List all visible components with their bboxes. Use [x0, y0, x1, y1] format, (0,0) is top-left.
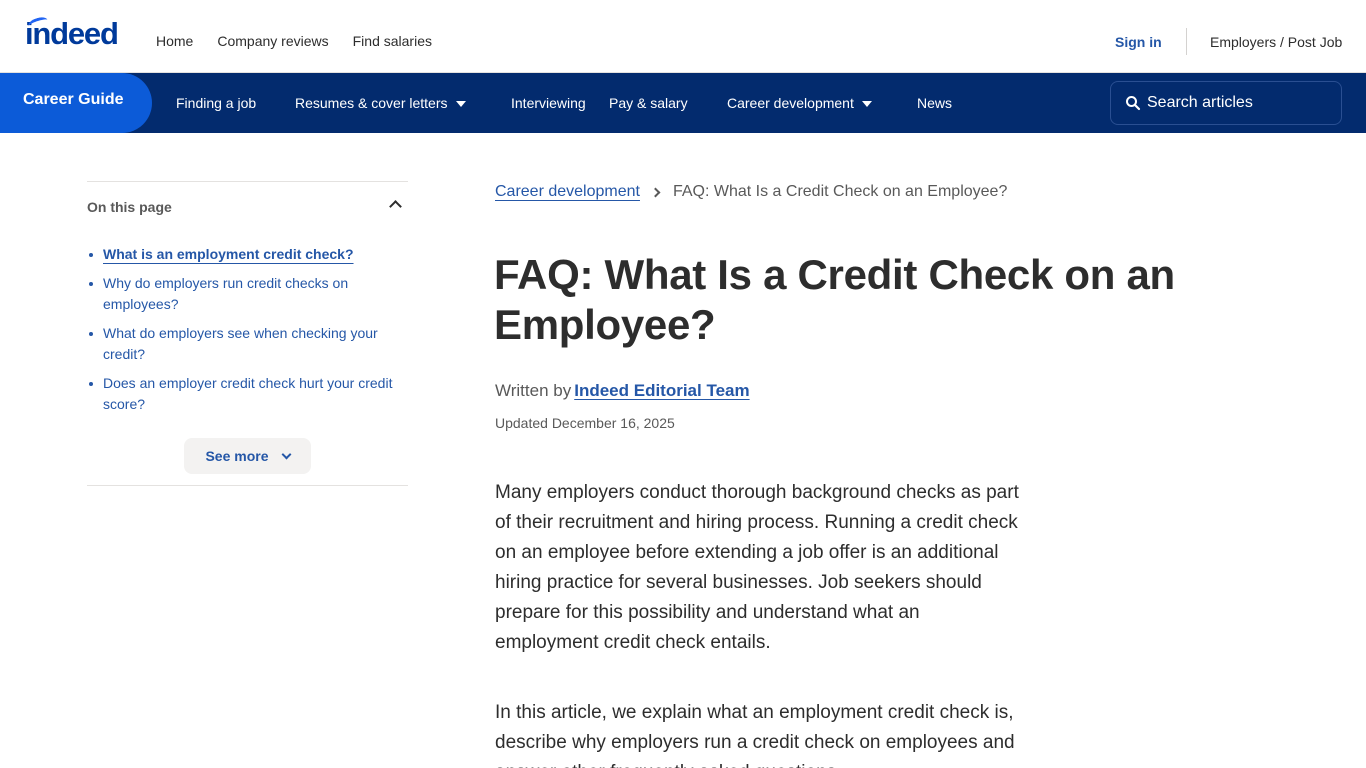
- nav-finding-a-job[interactable]: Finding a job: [176, 95, 256, 111]
- nav-company-reviews-link[interactable]: Company reviews: [217, 33, 328, 49]
- nav-news-label: News: [917, 95, 953, 111]
- header-divider: [1186, 28, 1187, 55]
- indeed-logo[interactable]: indeed: [25, 15, 119, 52]
- chevron-down-icon: [861, 100, 872, 107]
- chevron-right-icon: [650, 187, 661, 197]
- updated-date: Updated December 16, 2025: [495, 415, 675, 431]
- nav-career-development[interactable]: Career development: [727, 95, 872, 111]
- nav-pay-salary[interactable]: Pay & salary: [609, 95, 688, 111]
- toc-heading: On this page: [87, 199, 172, 215]
- sign-in-link[interactable]: Sign in: [1115, 34, 1162, 50]
- nav-find-salaries-link[interactable]: Find salaries: [353, 33, 432, 49]
- nav-news[interactable]: News: [917, 95, 952, 111]
- page-title: FAQ: What Is a Credit Check on an Employ…: [494, 251, 1175, 348]
- career-guide-home-link[interactable]: Career Guide: [0, 73, 152, 133]
- nav-career-development-label: Career development: [727, 95, 854, 111]
- see-more-button[interactable]: See more: [184, 438, 311, 474]
- nav-resumes-label: Resumes & cover letters: [295, 95, 448, 111]
- written-by-label: Written by: [495, 381, 572, 400]
- breadcrumb: Career development FAQ: What Is a Credit…: [495, 183, 1007, 201]
- article-paragraph: Many employers conduct thorough backgrou…: [495, 482, 1019, 653]
- nav-interviewing[interactable]: Interviewing: [511, 95, 586, 111]
- employers-post-job-link[interactable]: Employers / Post Job: [1210, 34, 1342, 50]
- top-nav: Home Company reviews Find salaries: [156, 33, 432, 49]
- chevron-down-icon: [281, 449, 291, 459]
- nav-interviewing-label: Interviewing: [511, 95, 586, 111]
- nav-home-link[interactable]: Home: [156, 33, 193, 49]
- search-articles-box[interactable]: [1110, 81, 1342, 125]
- nav-resumes-cover-letters[interactable]: Resumes & cover letters: [295, 95, 466, 111]
- toc-item-what-is-credit-check[interactable]: What is an employment credit check?: [89, 244, 403, 265]
- career-guide-label: Career Guide: [23, 91, 124, 108]
- toc-item-why-employers-run[interactable]: Why do employers run credit checks on em…: [89, 273, 403, 315]
- search-icon: [1126, 96, 1141, 111]
- see-more-label: See more: [205, 448, 269, 464]
- site-header: indeed Home Company reviews Find salarie…: [0, 0, 1366, 73]
- chevron-down-icon: [455, 100, 466, 107]
- toc-list: What is an employment credit check? Why …: [89, 244, 403, 423]
- search-articles-input[interactable]: [1147, 94, 1327, 112]
- chevron-up-icon[interactable]: [389, 200, 402, 213]
- nav-finding-a-job-label: Finding a job: [176, 95, 257, 111]
- nav-pay-salary-label: Pay & salary: [609, 95, 688, 111]
- on-this-page-toc: On this page What is an employment credi…: [87, 181, 408, 486]
- byline: Written by Indeed Editorial Team: [495, 381, 750, 401]
- toc-item-does-it-hurt-score[interactable]: Does an employer credit check hurt your …: [89, 373, 403, 415]
- breadcrumb-current: FAQ: What Is a Credit Check on an Employ…: [672, 183, 1008, 200]
- breadcrumb-career-development-link[interactable]: Career development: [495, 183, 640, 201]
- author-link[interactable]: Indeed Editorial Team: [574, 381, 749, 400]
- article-paragraph: In this article, we explain what an empl…: [495, 702, 1015, 768]
- career-guide-nav: Career Guide Finding a job Resumes & cov…: [0, 73, 1366, 133]
- toc-item-what-employers-see[interactable]: What do employers see when checking your…: [89, 323, 403, 365]
